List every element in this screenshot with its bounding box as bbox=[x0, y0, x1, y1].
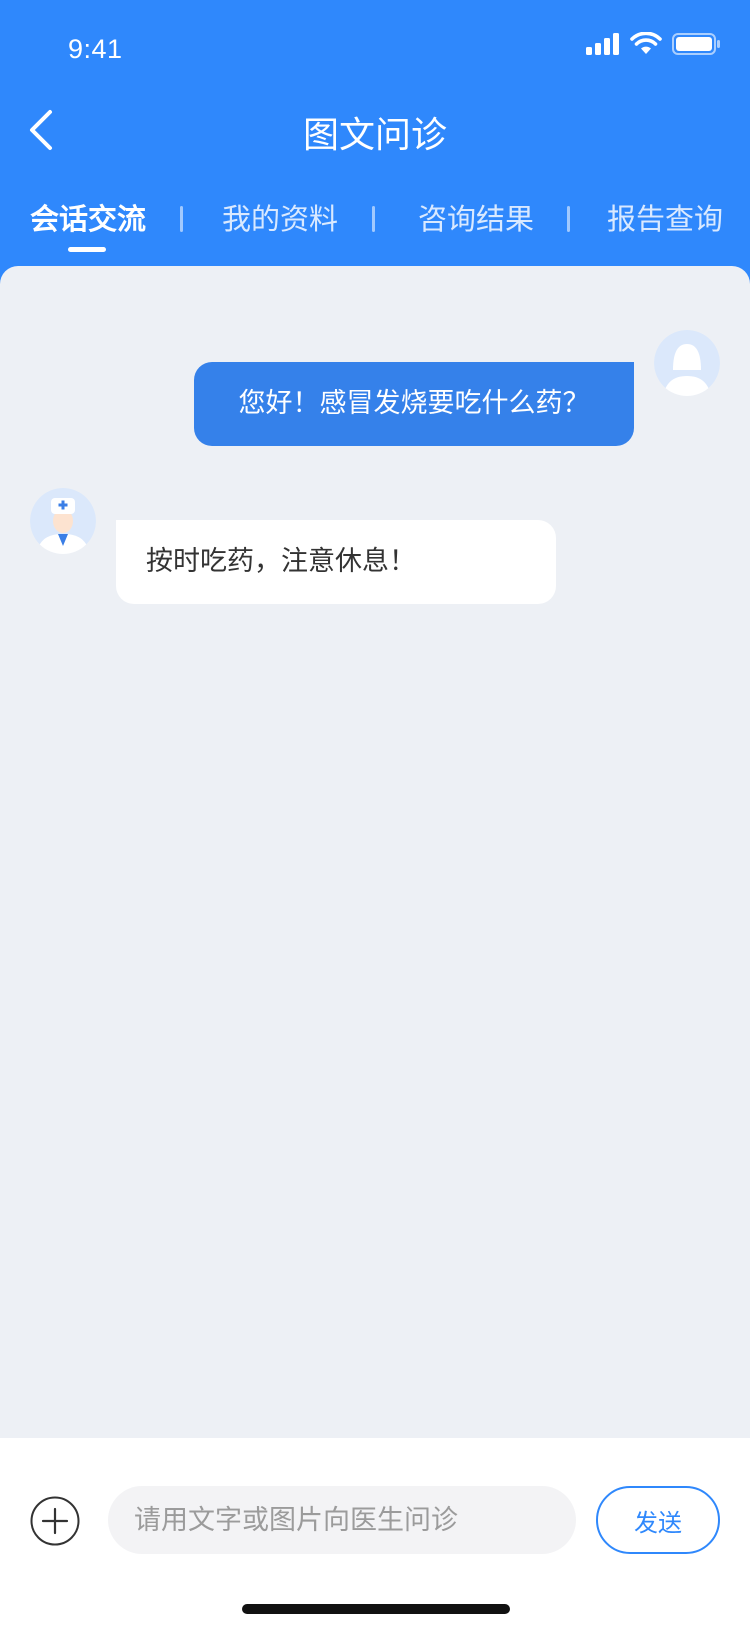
tab-my-info[interactable]: 我的资料 bbox=[222, 196, 338, 238]
status-bar: 9:41 bbox=[0, 0, 750, 96]
tab-divider bbox=[567, 206, 570, 232]
status-icons bbox=[586, 31, 722, 60]
page-title: 图文问诊 bbox=[302, 115, 447, 156]
battery-icon bbox=[672, 32, 722, 60]
message-input[interactable] bbox=[108, 1486, 576, 1554]
tab-divider bbox=[372, 206, 375, 232]
tab-chat[interactable]: 会话交流 bbox=[30, 196, 146, 238]
active-tab-indicator bbox=[68, 247, 106, 252]
home-indicator[interactable] bbox=[242, 1604, 510, 1614]
cellular-signal-icon bbox=[586, 33, 620, 59]
user-avatar-icon[interactable] bbox=[654, 330, 720, 396]
header: 9:41 图文问诊 会话交流 我的资料 咨询结果 报告查询 bbox=[0, 0, 750, 300]
message-bubble-doctor[interactable]: 按时吃药，注意休息！ bbox=[116, 520, 556, 604]
plus-circle-icon bbox=[30, 1496, 80, 1546]
tab-consult-result[interactable]: 咨询结果 bbox=[418, 196, 534, 238]
doctor-avatar-icon[interactable] bbox=[30, 488, 96, 554]
wifi-icon bbox=[630, 31, 662, 60]
status-time: 9:41 bbox=[68, 34, 123, 64]
tab-report-query[interactable]: 报告查询 bbox=[607, 196, 723, 238]
tab-divider bbox=[180, 206, 183, 232]
message-bubble-user[interactable]: 您好！感冒发烧要吃什么药？ bbox=[194, 362, 634, 446]
tab-bar: 会话交流 我的资料 咨询结果 报告查询 bbox=[0, 196, 750, 256]
send-button[interactable]: 发送 bbox=[596, 1486, 720, 1554]
add-attachment-button[interactable] bbox=[30, 1496, 80, 1546]
